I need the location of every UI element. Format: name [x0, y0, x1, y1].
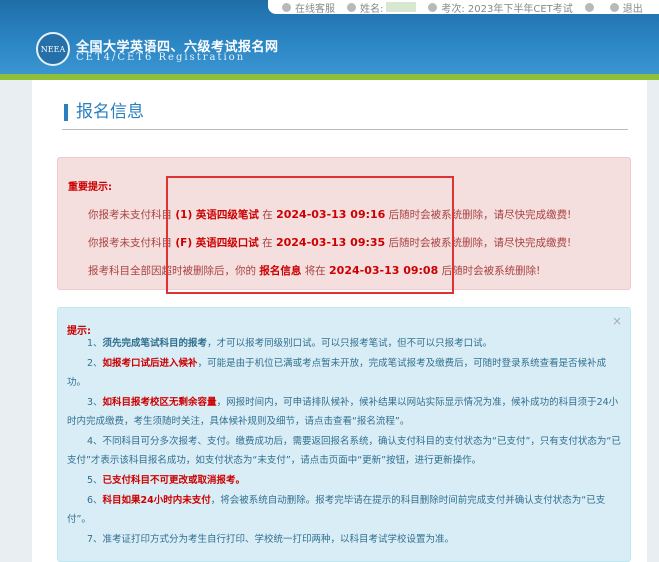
page-title: 报名信息 — [64, 104, 144, 121]
subject-name: (F) 英语四级口试 — [175, 237, 259, 249]
site-subtitle: CET4/CET6 Registration — [76, 52, 246, 63]
name-value — [386, 2, 417, 12]
tip-item: 5、已支付科目不可更改或取消报考。 — [87, 475, 246, 486]
notice-line: 报考科目全部因超时被删除后，你的 报名信息 将在 2024-03-13 09:0… — [88, 264, 541, 277]
notice-line: 你报考未支付科目 (F) 英语四级口试 在 2024-03-13 09:35 后… — [88, 236, 572, 249]
support-link[interactable]: 在线客服 — [282, 0, 335, 15]
edit-link[interactable] — [584, 2, 598, 12]
logout-icon — [609, 2, 619, 12]
tip-item: 6、科目如果24小时内未支付，将会被系统自动删除。报考完毕请在提示的科目删除时间… — [67, 495, 606, 525]
exam-session: 考次: 2023年下半年CET考试 — [428, 0, 573, 15]
tip-item: 3、如科目报考校区无剩余容量，网报时间内，可申请排队候补，候补结果以网站实际显示… — [67, 397, 619, 427]
top-bar: 在线客服 姓名: 考次: 2023年下半年CET考试 退出 — [268, 0, 659, 15]
deadline: 2024-03-13 09:35 — [275, 236, 386, 249]
tip-item: 2、如报考口试后进入候补，可能是由于机位已满或考点暂未开放，完成笔试报考及缴费后… — [67, 358, 607, 388]
deadline: 2024-03-13 09:16 — [276, 208, 386, 221]
tip-item: 1、须先完成笔试科目的报考，才可以报考同级别口试。可以只报考笔试，但不可以只报考… — [87, 338, 493, 349]
deadline: 2024-03-13 09:08 — [329, 264, 439, 277]
notice-heading: 重要提示: — [68, 182, 112, 193]
subject-name: (1) 英语四级笔试 — [175, 209, 259, 221]
logout-link[interactable]: 退出 — [609, 0, 643, 15]
tips-box: × 提示: 1、须先完成笔试科目的报考，才可以报考同级别口试。可以只报考笔试，但… — [57, 307, 631, 562]
notice-line: 你报考未支付科目 (1) 英语四级笔试 在 2024-03-13 09:16 后… — [88, 208, 572, 221]
close-icon[interactable]: × — [612, 314, 622, 328]
main-panel: 报名信息 重要提示: 你报考未支付科目 (1) 英语四级笔试 在 2024-03… — [32, 80, 647, 562]
subject-name: 报名信息 — [259, 265, 302, 277]
user-icon — [282, 2, 291, 12]
tip-item: 4、不同科目可分多次报考、支付。缴费成功后，需要返回报名系统，确认支付科目的支付… — [67, 436, 621, 466]
important-notice: 重要提示: 你报考未支付科目 (1) 英语四级笔试 在 2024-03-13 0… — [57, 157, 631, 290]
title-divider — [62, 129, 628, 130]
candidate-name: 姓名: — [347, 0, 417, 15]
edit-icon — [584, 2, 594, 12]
neea-logo: NEEA — [36, 32, 70, 66]
calendar-icon — [428, 2, 438, 12]
tip-item: 7、准考证打印方式分为考生自行打印、学校统一打印两种，以科目考试学校设置为准。 — [87, 534, 455, 545]
person-icon — [347, 2, 356, 12]
